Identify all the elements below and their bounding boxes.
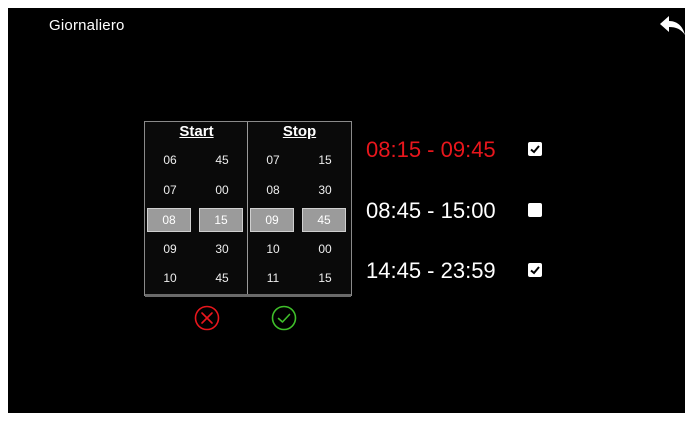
start-hour-option[interactable]: 09 [154, 238, 186, 260]
start-column-header: Start [179, 123, 214, 140]
start-hour-option[interactable]: 06 [154, 149, 186, 171]
stop-hour-option[interactable]: 07 [257, 149, 289, 171]
stop-minute-option[interactable]: 15 [309, 149, 341, 171]
back-arrow-icon[interactable] [659, 14, 687, 38]
stop-hour-selected[interactable]: 09 [250, 208, 294, 232]
stop-minute-selected[interactable]: 45 [302, 208, 346, 232]
time-slot-2[interactable]: 08:45 - 15:00 [366, 198, 496, 224]
app-screen: Giornaliero Start Stop 06 07 08 09 10 45… [8, 8, 685, 413]
stop-minute-option[interactable]: 30 [309, 179, 341, 201]
start-minute-option[interactable]: 00 [206, 179, 238, 201]
start-minute-option[interactable]: 30 [206, 238, 238, 260]
time-range-picker: Start Stop 06 07 08 09 10 45 00 15 30 45… [144, 121, 352, 297]
slot-3-checkbox[interactable] [528, 263, 542, 277]
stop-column-header: Stop [282, 123, 317, 140]
time-slot-1[interactable]: 08:15 - 09:45 [366, 137, 496, 163]
start-minute-option[interactable]: 45 [206, 149, 238, 171]
cancel-circle-icon[interactable] [194, 305, 220, 331]
stop-hour-option[interactable]: 10 [257, 238, 289, 260]
stop-minute-option[interactable]: 00 [309, 238, 341, 260]
slot-2-checkbox[interactable] [528, 203, 542, 217]
start-hour-option[interactable]: 10 [154, 267, 186, 289]
stop-hour-option[interactable]: 08 [257, 179, 289, 201]
time-slot-3[interactable]: 14:45 - 23:59 [366, 258, 496, 284]
stop-hour-option[interactable]: 11 [257, 267, 289, 289]
confirm-check-icon[interactable] [271, 305, 297, 331]
slot-1-checkbox[interactable] [528, 142, 542, 156]
start-hour-option[interactable]: 07 [154, 179, 186, 201]
start-hour-selected[interactable]: 08 [147, 208, 191, 232]
picker-divider [247, 122, 248, 295]
picker-bottom-bar [145, 294, 351, 297]
stop-minute-option[interactable]: 15 [309, 267, 341, 289]
start-minute-selected[interactable]: 15 [199, 208, 243, 232]
start-minute-option[interactable]: 45 [206, 267, 238, 289]
page-title: Giornaliero [49, 17, 125, 34]
